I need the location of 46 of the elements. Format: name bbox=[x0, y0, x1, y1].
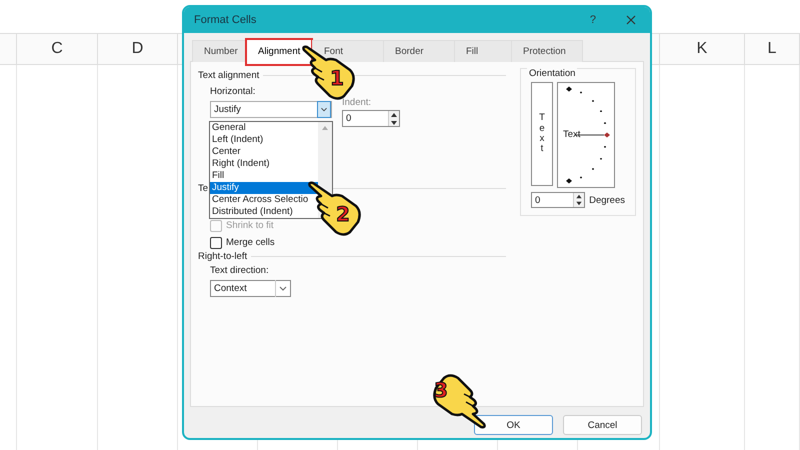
spin-arrows-icon[interactable] bbox=[389, 110, 399, 126]
field-label: Degrees bbox=[589, 194, 625, 206]
tab[interactable]: Alignment bbox=[245, 38, 313, 66]
help-button[interactable]: ? bbox=[590, 14, 596, 26]
dropdown-option[interactable]: Left (Indent) bbox=[210, 134, 318, 146]
dropdown-option[interactable]: Center bbox=[210, 146, 318, 158]
column-header[interactable]: D bbox=[132, 40, 144, 58]
orientation-dial[interactable]: Text bbox=[557, 82, 615, 188]
dropdown-option[interactable]: General bbox=[210, 122, 318, 134]
horizontal-dropdown[interactable]: Justify bbox=[210, 101, 332, 118]
section-heading: Te bbox=[198, 182, 208, 194]
tab[interactable]: Fill bbox=[454, 40, 512, 62]
dial-text: Text bbox=[563, 129, 580, 140]
checkbox[interactable] bbox=[210, 236, 222, 248]
window-title: Format Cells bbox=[194, 14, 258, 26]
degrees-spinner[interactable]: 0 bbox=[531, 192, 586, 208]
column-header[interactable]: C bbox=[51, 40, 63, 58]
checkbox-label: Shrink to fit bbox=[226, 220, 274, 231]
hand-pointer-icon bbox=[306, 180, 364, 238]
tab[interactable]: Border bbox=[383, 40, 455, 62]
chevron-icon bbox=[317, 101, 331, 118]
section-heading: Orientation bbox=[527, 68, 578, 79]
section-heading: Text alignment bbox=[198, 70, 260, 80]
text-direction-dropdown[interactable]: Context bbox=[210, 280, 291, 297]
dropdown-option[interactable]: Fill bbox=[210, 170, 318, 182]
dropdown-option[interactable]: Right (Indent) bbox=[210, 158, 318, 170]
spin-arrows-icon[interactable] bbox=[574, 193, 584, 207]
cancel-button[interactable]: Cancel bbox=[563, 415, 642, 435]
field-label: Indent: bbox=[342, 97, 372, 108]
column-header[interactable]: K bbox=[696, 40, 708, 58]
field-label: Horizontal: bbox=[210, 86, 256, 97]
hand-pointer-icon bbox=[430, 372, 488, 430]
column-header[interactable]: L bbox=[768, 40, 776, 58]
vertical-text-button[interactable]: Text bbox=[531, 82, 553, 186]
section-heading: Right-to-left bbox=[198, 250, 248, 262]
tab[interactable]: Number bbox=[192, 40, 246, 62]
step-number: 2 bbox=[336, 202, 350, 226]
field-label: Text direction: bbox=[210, 265, 270, 276]
close-icon[interactable] bbox=[626, 15, 636, 25]
step-number: 1 bbox=[330, 66, 344, 90]
checkbox-label: Merge cells bbox=[226, 237, 275, 248]
ok-button[interactable]: OK bbox=[474, 415, 553, 435]
tab[interactable]: Protection bbox=[511, 40, 583, 62]
indent-spinner[interactable]: 0 bbox=[342, 110, 400, 127]
dropdown-option[interactable]: Center Across Selectio bbox=[210, 194, 318, 206]
dropdown-option[interactable]: Distributed (Indent) bbox=[210, 206, 318, 218]
